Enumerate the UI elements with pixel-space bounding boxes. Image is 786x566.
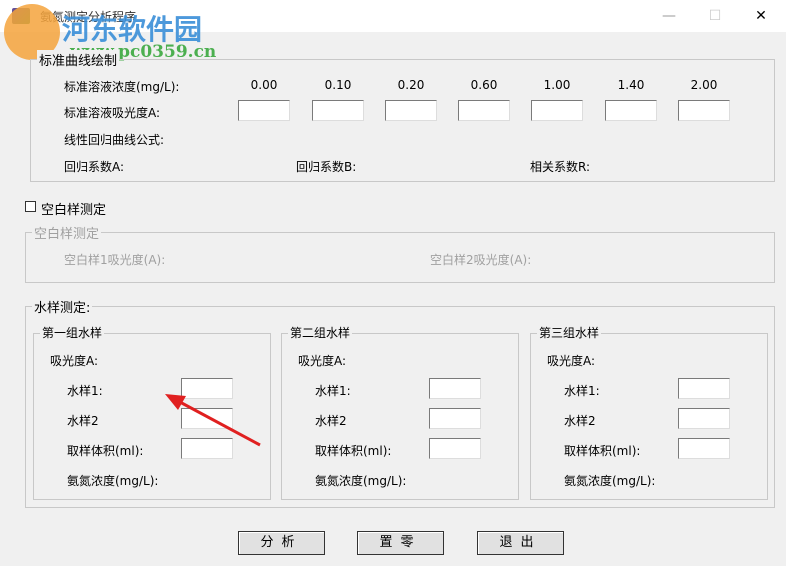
- minimize-button[interactable]: —: [646, 0, 692, 32]
- blank-group-title: 空白样测定: [32, 223, 102, 242]
- sample2-input[interactable]: [429, 408, 481, 429]
- exit-button[interactable]: 退出: [477, 531, 564, 555]
- ammonia-conc-label: 氨氮浓度(mg/L):: [67, 474, 159, 488]
- absorbance-input[interactable]: [678, 100, 730, 121]
- conc-value: 2.00: [690, 78, 718, 92]
- volume-label: 取样体积(ml):: [315, 444, 392, 458]
- sample2-label: 水样2: [315, 414, 347, 428]
- coef-r-label: 相关系数R:: [530, 160, 591, 174]
- sample1-input[interactable]: [429, 378, 481, 399]
- conc-value: 0.00: [250, 78, 278, 92]
- sample1-label: 水样1:: [67, 384, 103, 398]
- volume-label: 取样体积(ml):: [67, 444, 144, 458]
- absorbance-input[interactable]: [385, 100, 437, 121]
- sample-group-title: 第一组水样: [40, 324, 105, 341]
- conc-value: 1.40: [617, 78, 645, 92]
- absorbance-input[interactable]: [238, 100, 290, 121]
- volume-input[interactable]: [678, 438, 730, 459]
- sample1-label: 水样1:: [564, 384, 600, 398]
- sample1-input[interactable]: [678, 378, 730, 399]
- sample2-label: 水样2: [564, 414, 596, 428]
- sample1-label: 水样1:: [315, 384, 351, 398]
- absorbance-label: 标准溶液吸光度A:: [64, 106, 161, 120]
- absorbance-a-label: 吸光度A:: [298, 354, 347, 368]
- volume-input[interactable]: [181, 438, 233, 459]
- absorbance-input[interactable]: [458, 100, 510, 121]
- conc-value: 0.20: [397, 78, 425, 92]
- sample2-input[interactable]: [181, 408, 233, 429]
- coef-a-label: 回归系数A:: [64, 160, 125, 174]
- reset-button[interactable]: 置零: [357, 531, 444, 555]
- blank2-label: 空白样2吸光度(A):: [430, 253, 532, 267]
- conc-value: 0.60: [470, 78, 498, 92]
- volume-label: 取样体积(ml):: [564, 444, 641, 458]
- water-group-title: 水样测定:: [32, 297, 93, 316]
- blank-checkbox[interactable]: [25, 201, 36, 212]
- standard-curve-title: 标准曲线绘制: [37, 50, 120, 69]
- sample1-input[interactable]: [181, 378, 233, 399]
- absorbance-input[interactable]: [531, 100, 583, 121]
- absorbance-a-label: 吸光度A:: [50, 354, 99, 368]
- volume-input[interactable]: [429, 438, 481, 459]
- ammonia-conc-label: 氨氮浓度(mg/L):: [315, 474, 407, 488]
- maximize-button[interactable]: ☐: [692, 0, 738, 32]
- conc-label: 标准溶液浓度(mg/L):: [64, 80, 180, 94]
- blank1-label: 空白样1吸光度(A):: [64, 253, 166, 267]
- coef-b-label: 回归系数B:: [296, 160, 357, 174]
- absorbance-a-label: 吸光度A:: [547, 354, 596, 368]
- absorbance-input[interactable]: [312, 100, 364, 121]
- sample2-label: 水样2: [67, 414, 99, 428]
- formula-label: 线性回归曲线公式:: [64, 133, 165, 147]
- close-button[interactable]: ✕: [738, 0, 784, 32]
- sample2-input[interactable]: [678, 408, 730, 429]
- analyze-button[interactable]: 分析: [238, 531, 325, 555]
- sample-group-title: 第三组水样: [537, 324, 602, 341]
- conc-value: 0.10: [324, 78, 352, 92]
- blank-checkbox-label[interactable]: 空白样测定: [41, 199, 106, 218]
- sample-group-title: 第二组水样: [288, 324, 353, 341]
- conc-value: 1.00: [543, 78, 571, 92]
- ammonia-conc-label: 氨氮浓度(mg/L):: [564, 474, 656, 488]
- absorbance-input[interactable]: [605, 100, 657, 121]
